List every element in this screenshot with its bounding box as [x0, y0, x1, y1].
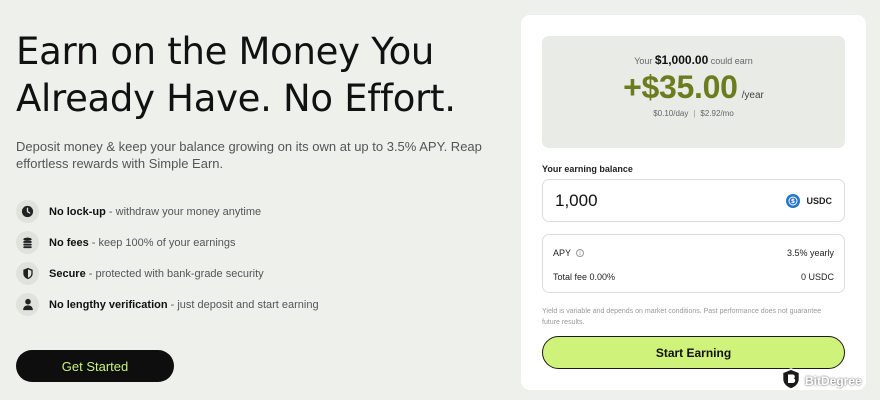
hero-subtitle: Deposit money & keep your balance growin…: [16, 139, 482, 171]
currency-label: USDC: [806, 195, 832, 206]
earn-breakdown: $0.10/day | $2.92/mo: [542, 109, 845, 118]
svg-text:$: $: [791, 198, 795, 205]
feature-list: No lock-up - withdraw your money anytime…: [16, 196, 506, 320]
earnings-summary: Your $1,000.00 could earn +$35.00 /year …: [542, 36, 845, 148]
currency-selector[interactable]: $ USDC: [786, 193, 832, 208]
coins-icon: [16, 231, 39, 254]
balance-input[interactable]: 1,000 $ USDC: [542, 179, 845, 222]
hero-section: Earn on the Money You Already Have. No E…: [16, 28, 506, 320]
disclaimer: Yield is variable and depends on market …: [542, 308, 822, 326]
info-icon[interactable]: i: [576, 249, 585, 257]
separator: |: [693, 109, 696, 118]
feature-text: No fees - keep 100% of your earnings: [49, 236, 236, 249]
apy-row: APY i 3.5% yearly: [553, 247, 834, 259]
feature-item-no-fees: No fees - keep 100% of your earnings: [16, 227, 506, 258]
page-title: Earn on the Money You Already Have. No E…: [16, 28, 506, 122]
feature-text: No lock-up - withdraw your money anytime: [49, 205, 262, 218]
user-icon: [16, 293, 39, 316]
get-started-button[interactable]: Get Started: [16, 350, 174, 382]
fee-row: Total fee 0.00% 0 USDC: [553, 271, 834, 283]
deposit-amount: $1,000.00: [654, 53, 709, 67]
per-day: $0.10/day: [653, 109, 689, 118]
balance-label: Your earning balance: [542, 164, 633, 174]
apy-label: APY: [553, 248, 572, 258]
apy-value: 3.5% yearly: [786, 248, 834, 258]
usdc-icon: $: [786, 193, 801, 208]
shield-icon: [16, 262, 39, 285]
feature-item-no-lockup: No lock-up - withdraw your money anytime: [16, 196, 506, 227]
earn-period: /year: [741, 90, 764, 101]
feature-text: No lengthy verification - just deposit a…: [49, 298, 319, 311]
earn-caption: Your $1,000.00 could earn: [634, 53, 753, 67]
start-earning-button[interactable]: Start Earning: [542, 336, 845, 369]
earnings-calculator-panel: Your $1,000.00 could earn +$35.00 /year …: [521, 15, 866, 390]
bitdegree-logo-icon: [781, 368, 801, 393]
feature-text: Secure - protected with bank-grade secur…: [49, 267, 264, 280]
feature-item-secure: Secure - protected with bank-grade secur…: [16, 258, 506, 289]
fee-value: 0 USDC: [800, 272, 834, 282]
feature-item-no-verification: No lengthy verification - just deposit a…: [16, 289, 506, 320]
per-month: $2.92/mo: [700, 109, 734, 118]
yearly-earnings: +$35.00: [623, 69, 738, 105]
balance-value[interactable]: 1,000: [555, 191, 786, 211]
watermark-text: BitDegree: [805, 373, 862, 388]
clock-icon: [16, 200, 39, 223]
fee-label: Total fee 0.00%: [553, 272, 616, 282]
title-line-2: Already Have. No Effort.: [16, 77, 456, 120]
title-line-1: Earn on the Money You: [16, 30, 435, 73]
bitdegree-watermark: BitDegree: [781, 368, 862, 393]
rate-details: APY i 3.5% yearly Total fee 0.00% 0 USDC: [542, 234, 845, 293]
earn-amount-row: +$35.00 /year: [542, 69, 845, 106]
